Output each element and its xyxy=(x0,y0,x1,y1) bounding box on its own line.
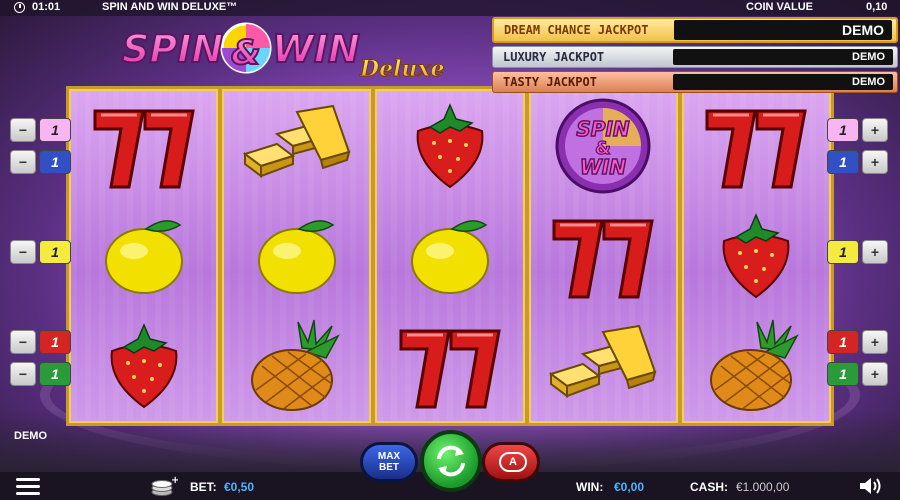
svg-text:WIN: WIN xyxy=(580,155,627,179)
luxury-jackpot: LUXURY JACKPOT DEMO xyxy=(492,46,898,68)
cash-value: €1.000,00 xyxy=(736,480,790,494)
payline-number[interactable]: 1 xyxy=(827,118,859,142)
payline-decrease-button[interactable]: − xyxy=(10,150,36,174)
pineapple-symbol xyxy=(237,316,357,416)
clock-time: 01:01 xyxy=(32,1,61,13)
jackpot-panel: DREAM CHANCE JACKPOT DEMO LUXURY JACKPOT… xyxy=(492,17,898,96)
svg-text:+: + xyxy=(171,475,178,486)
lemon-symbol xyxy=(84,206,204,306)
max-bet-label-line1: MAX xyxy=(377,451,401,462)
menu-icon[interactable] xyxy=(16,478,40,496)
seven-symbol xyxy=(543,206,663,306)
payline-right-2: 1 + xyxy=(827,150,888,174)
logo-art: SPIN & WIN Deluxe xyxy=(121,22,445,83)
game-logo: SPIN & WIN Deluxe xyxy=(120,20,465,84)
seven-symbol xyxy=(84,96,204,196)
max-bet-label-line2: BET xyxy=(379,462,399,473)
jackpot-value: DEMO xyxy=(674,20,892,40)
reel-1 xyxy=(69,89,219,423)
seven-symbol xyxy=(390,316,510,416)
payline-left-5: −1 xyxy=(10,362,71,386)
reel-5 xyxy=(681,89,832,423)
lemon-symbol xyxy=(237,206,357,306)
gold-bars-symbol xyxy=(237,96,357,196)
coin-stack-icon[interactable]: + xyxy=(150,475,178,497)
payline-increase-button[interactable]: + xyxy=(862,362,888,386)
reel-4: SPIN & WIN xyxy=(528,89,678,423)
logo-deluxe-text: Deluxe xyxy=(359,56,445,82)
payline-right-4: 1 + xyxy=(827,330,888,354)
spin-arrows-icon xyxy=(437,445,465,477)
reel-3 xyxy=(375,89,525,423)
payline-right-1: 1 + xyxy=(827,118,888,142)
payline-number[interactable]: 1 xyxy=(39,362,71,386)
payline-decrease-button[interactable]: − xyxy=(10,118,36,142)
bet-value: €0,50 xyxy=(224,480,255,494)
payline-number[interactable]: 1 xyxy=(827,330,859,354)
payline-decrease-button[interactable]: − xyxy=(10,240,36,264)
strawberry-symbol xyxy=(696,206,816,306)
payline-decrease-button[interactable]: − xyxy=(10,362,36,386)
top-status-bar: 01:01 SPIN AND WIN DELUXE™ COIN VALUE 0,… xyxy=(0,0,900,16)
logo-spin-text: SPIN xyxy=(122,27,223,71)
payline-number[interactable]: 1 xyxy=(39,330,71,354)
jackpot-name: LUXURY JACKPOT xyxy=(503,50,605,64)
payline-increase-button[interactable]: + xyxy=(862,150,888,174)
payline-increase-button[interactable]: + xyxy=(862,118,888,142)
bet-label: BET: xyxy=(190,480,217,494)
logo-win-text: WIN xyxy=(272,27,360,71)
jackpot-name: TASTY JACKPOT xyxy=(503,75,597,89)
spin-controls: MAX BET A xyxy=(360,430,540,500)
svg-text:&: & xyxy=(231,33,261,73)
dream-chance-jackpot: DREAM CHANCE JACKPOT DEMO xyxy=(492,17,898,43)
spin-and-win-symbol: SPIN & WIN xyxy=(543,96,663,196)
reel-2 xyxy=(222,89,372,423)
autoplay-icon: A xyxy=(499,452,527,472)
lemon-symbol xyxy=(390,206,510,306)
payline-left-1: −1 xyxy=(10,118,71,142)
payline-left-2: −1 xyxy=(10,150,71,174)
payline-number[interactable]: 1 xyxy=(827,240,859,264)
max-bet-button[interactable]: MAX BET xyxy=(360,442,418,482)
payline-increase-button[interactable]: + xyxy=(862,240,888,264)
seven-symbol xyxy=(696,96,816,196)
coin-value-label: COIN VALUE xyxy=(746,1,814,13)
win-value: €0,00 xyxy=(614,480,645,494)
strawberry-symbol xyxy=(390,96,510,196)
payline-left-4: −1 xyxy=(10,330,71,354)
payline-number[interactable]: 1 xyxy=(827,362,859,386)
pineapple-symbol xyxy=(696,316,816,416)
demo-mode-label: DEMO xyxy=(14,430,47,442)
gold-bars-symbol xyxy=(543,316,663,416)
speaker-icon[interactable] xyxy=(858,476,884,496)
spin-button[interactable] xyxy=(420,430,482,492)
game-title: SPIN AND WIN DELUXE™ xyxy=(102,1,238,13)
cash-label: CASH: xyxy=(690,480,728,494)
jackpot-value: DEMO xyxy=(673,49,893,65)
jackpot-name: DREAM CHANCE JACKPOT xyxy=(504,23,649,37)
jackpot-value: DEMO xyxy=(673,74,893,90)
payline-left-3: −1 xyxy=(10,240,71,264)
clock-icon xyxy=(14,2,25,13)
reel-grid[interactable]: SPIN & WIN xyxy=(66,86,834,426)
coin-value[interactable]: 0,10 xyxy=(866,1,887,13)
win-label: WIN: xyxy=(576,480,604,494)
payline-right-3: 1 + xyxy=(827,240,888,264)
strawberry-symbol xyxy=(84,316,204,416)
payline-right-5: 1 + xyxy=(827,362,888,386)
payline-decrease-button[interactable]: − xyxy=(10,330,36,354)
payline-number[interactable]: 1 xyxy=(39,240,71,264)
payline-number[interactable]: 1 xyxy=(827,150,859,174)
autoplay-button[interactable]: A xyxy=(482,442,540,482)
tasty-jackpot: TASTY JACKPOT DEMO xyxy=(492,71,898,93)
payline-number[interactable]: 1 xyxy=(39,118,71,142)
payline-increase-button[interactable]: + xyxy=(862,330,888,354)
payline-number[interactable]: 1 xyxy=(39,150,71,174)
